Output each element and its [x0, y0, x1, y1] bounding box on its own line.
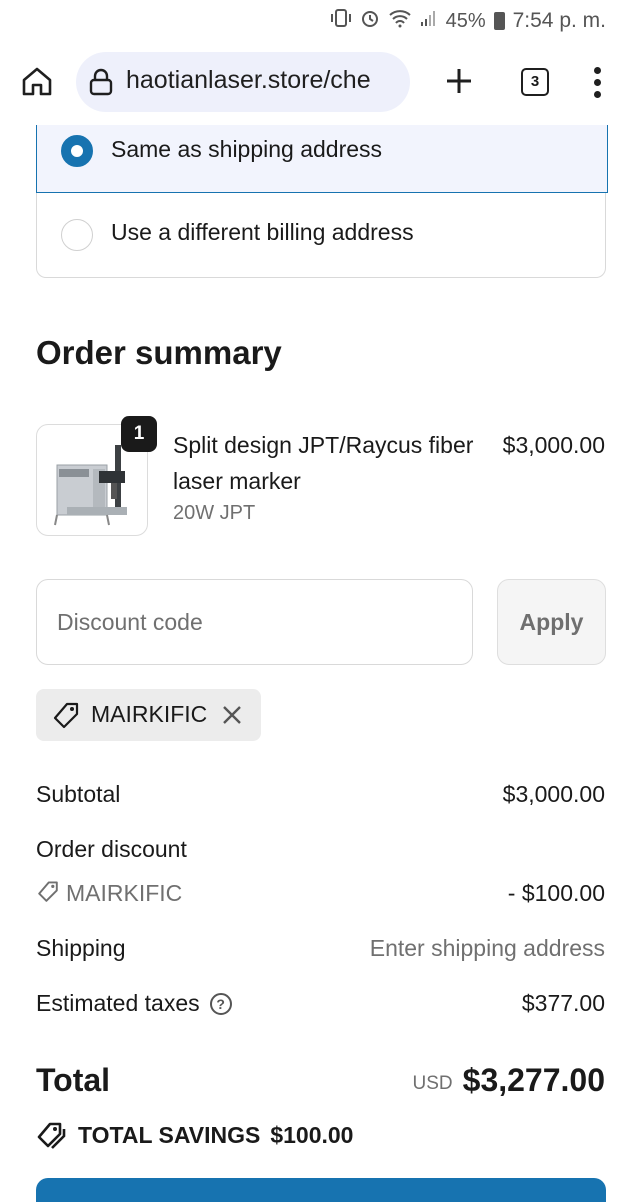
help-icon[interactable]: ?	[209, 993, 232, 1015]
billing-option-label: Use a different billing address	[111, 219, 414, 245]
order-discount-label: Order discount	[36, 836, 187, 862]
estimated-taxes-label: Estimated taxes	[36, 990, 200, 1016]
tabs-icon[interactable]: 3	[521, 68, 549, 96]
product-name: Split design JPT/Raycus fiber laser mark…	[173, 432, 474, 494]
estimated-taxes-row: Estimated taxes?	[36, 990, 232, 1017]
radio-unselected-icon[interactable]	[61, 219, 93, 251]
browser-toolbar: haotianlaser.store/che 3	[0, 50, 640, 114]
total-amount-row: USD $3,277.00	[413, 1062, 605, 1099]
wifi-icon	[388, 8, 412, 34]
billing-address-options: Same as shipping address Use a different…	[36, 125, 608, 278]
pay-now-button[interactable]	[36, 1178, 606, 1202]
total-currency: USD	[412, 1073, 453, 1094]
vibrate-icon	[330, 8, 352, 34]
product-price: $3,000.00	[502, 432, 605, 458]
tag-icon	[51, 701, 81, 731]
savings-tag-icon	[37, 1122, 66, 1149]
applied-discount-chip: MAIRKIFIC	[36, 689, 261, 741]
applied-discount-code: MAIRKIFIC	[91, 701, 208, 727]
address-bar[interactable]: haotianlaser.store/che	[76, 52, 410, 112]
alarm-icon	[360, 8, 380, 34]
subtotal-label: Subtotal	[36, 781, 121, 807]
billing-option-same[interactable]: Same as shipping address	[36, 125, 608, 193]
subtotal-value: $3,000.00	[502, 781, 605, 807]
tag-icon	[38, 881, 58, 902]
lock-icon	[88, 68, 114, 96]
total-savings-row: TOTAL SAVINGS $100.00	[36, 1121, 353, 1149]
total-label: Total	[36, 1062, 111, 1098]
remove-discount-close-icon[interactable]	[220, 703, 244, 727]
radio-selected-icon[interactable]	[61, 135, 93, 167]
billing-option-different[interactable]: Use a different billing address	[37, 193, 607, 277]
battery-icon	[493, 12, 505, 30]
order-discount-code: MAIRKIFIC	[66, 880, 183, 906]
new-tab-plus-icon[interactable]	[440, 62, 478, 100]
total-savings-label: TOTAL SAVINGS	[78, 1122, 261, 1148]
total-amount: $3,277.00	[462, 1062, 605, 1098]
url-text: haotianlaser.store/che	[126, 66, 371, 94]
shipping-label: Shipping	[36, 935, 126, 961]
order-summary-title: Order summary	[36, 334, 282, 371]
product-variant: 20W JPT	[173, 502, 256, 524]
clock: 7:54 p. m.	[512, 9, 606, 32]
quantity-badge: 1	[121, 416, 157, 452]
home-icon[interactable]	[20, 64, 56, 100]
total-savings-amount: $100.00	[270, 1122, 354, 1148]
menu-icon[interactable]	[586, 64, 608, 100]
order-discount-code-row: MAIRKIFIC	[36, 880, 182, 907]
billing-option-label: Same as shipping address	[111, 136, 383, 162]
status-bar: 45% 7:54 p. m.	[0, 0, 640, 40]
apply-discount-button[interactable]: Apply	[497, 579, 606, 665]
signal-icon	[420, 9, 438, 33]
discount-code-input[interactable]	[36, 579, 473, 665]
order-discount-value: - $100.00	[507, 880, 605, 906]
shipping-value: Enter shipping address	[369, 935, 605, 961]
estimated-taxes-value: $377.00	[521, 990, 605, 1016]
status-icons: 45% 7:54 p. m.	[330, 8, 606, 34]
battery-percent: 45%	[445, 9, 486, 32]
